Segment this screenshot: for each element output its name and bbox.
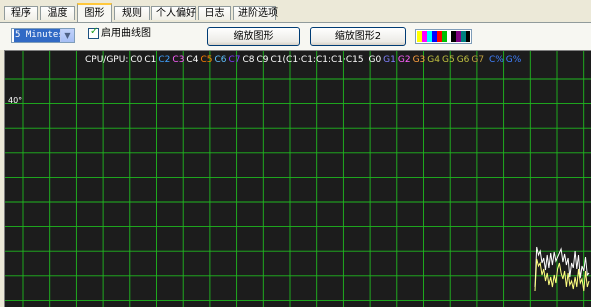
legend-entry: G% bbox=[505, 55, 522, 65]
swatch-color bbox=[466, 31, 470, 42]
enable-graph-checkbox[interactable]: ✓ bbox=[88, 26, 99, 39]
color-palette-swatch[interactable] bbox=[415, 29, 472, 44]
legend-entry: C7 bbox=[228, 55, 241, 65]
legend-entry: C5 bbox=[200, 55, 213, 65]
legend-entry: C% bbox=[486, 55, 504, 65]
legend-entry: C3 bbox=[172, 55, 185, 65]
legend-entry: C6 bbox=[214, 55, 227, 65]
legend-entry: C8 bbox=[242, 55, 255, 65]
graph-legend: CPU/GPU: C0 C1 C2 C3 C4 C5 C6 C7 C8 C9 C1(C1·C1:C1:… bbox=[85, 55, 523, 65]
tab-1[interactable]: 程序 bbox=[4, 6, 38, 20]
tab-4[interactable]: 规则 bbox=[114, 6, 150, 20]
chevron-down-icon[interactable]: ▼ bbox=[60, 29, 74, 42]
legend-entry: C0 bbox=[130, 55, 143, 65]
zoom-graph-button[interactable]: 缩放图形 bbox=[207, 27, 300, 46]
temperature-graph: CPU/GPU: C0 C1 C2 C3 C4 C5 C6 C7 C8 C9 C1(C1·C1:C1:… bbox=[4, 50, 591, 307]
legend-entry: G4 bbox=[427, 55, 440, 65]
legend-entry: CPU/GPU: bbox=[85, 55, 129, 65]
tab-5[interactable]: 个人偏好 bbox=[151, 6, 196, 20]
legend-entry: C4 bbox=[186, 55, 199, 65]
legend-entry: G3 bbox=[412, 55, 426, 65]
checkmark-icon: ✓ bbox=[90, 26, 99, 37]
enable-graph-label[interactable]: 启用曲线图 bbox=[101, 27, 151, 40]
graph-canvas bbox=[5, 51, 591, 307]
legend-entry: C1(C1·C1:C1:C1·C15 bbox=[270, 55, 364, 65]
legend-entry: G6 bbox=[456, 55, 470, 65]
legend-entry: G1 bbox=[383, 55, 396, 65]
tab-2[interactable]: 温度 bbox=[40, 6, 75, 20]
tab-7[interactable]: 进阶选项 bbox=[233, 6, 278, 20]
legend-entry: G5 bbox=[441, 55, 455, 65]
graph-toolbar: 5 Minutes ▼ ✓ 启用曲线图 缩放图形 缩放图形2 bbox=[0, 23, 591, 50]
legend-entry: G0 bbox=[365, 55, 382, 65]
legend-entry: C1 bbox=[144, 55, 157, 65]
y-axis-label: 40° bbox=[8, 96, 23, 105]
legend-entry: G7 bbox=[471, 55, 485, 65]
zoom-graph-2-button[interactable]: 缩放图形2 bbox=[310, 27, 406, 46]
legend-entry: C9 bbox=[256, 55, 269, 65]
legend-entry: C2 bbox=[158, 55, 171, 65]
tab-3[interactable]: 图形 bbox=[77, 3, 112, 22]
legend-entry: G2 bbox=[397, 55, 411, 65]
tab-6[interactable]: 日志 bbox=[198, 6, 231, 20]
interval-dropdown[interactable]: 5 Minutes ▼ bbox=[11, 28, 75, 43]
interval-value: 5 Minutes bbox=[14, 29, 65, 42]
tab-strip: 程序 温度 图形 规则 个人偏好 日志 进阶选项 bbox=[0, 0, 591, 23]
